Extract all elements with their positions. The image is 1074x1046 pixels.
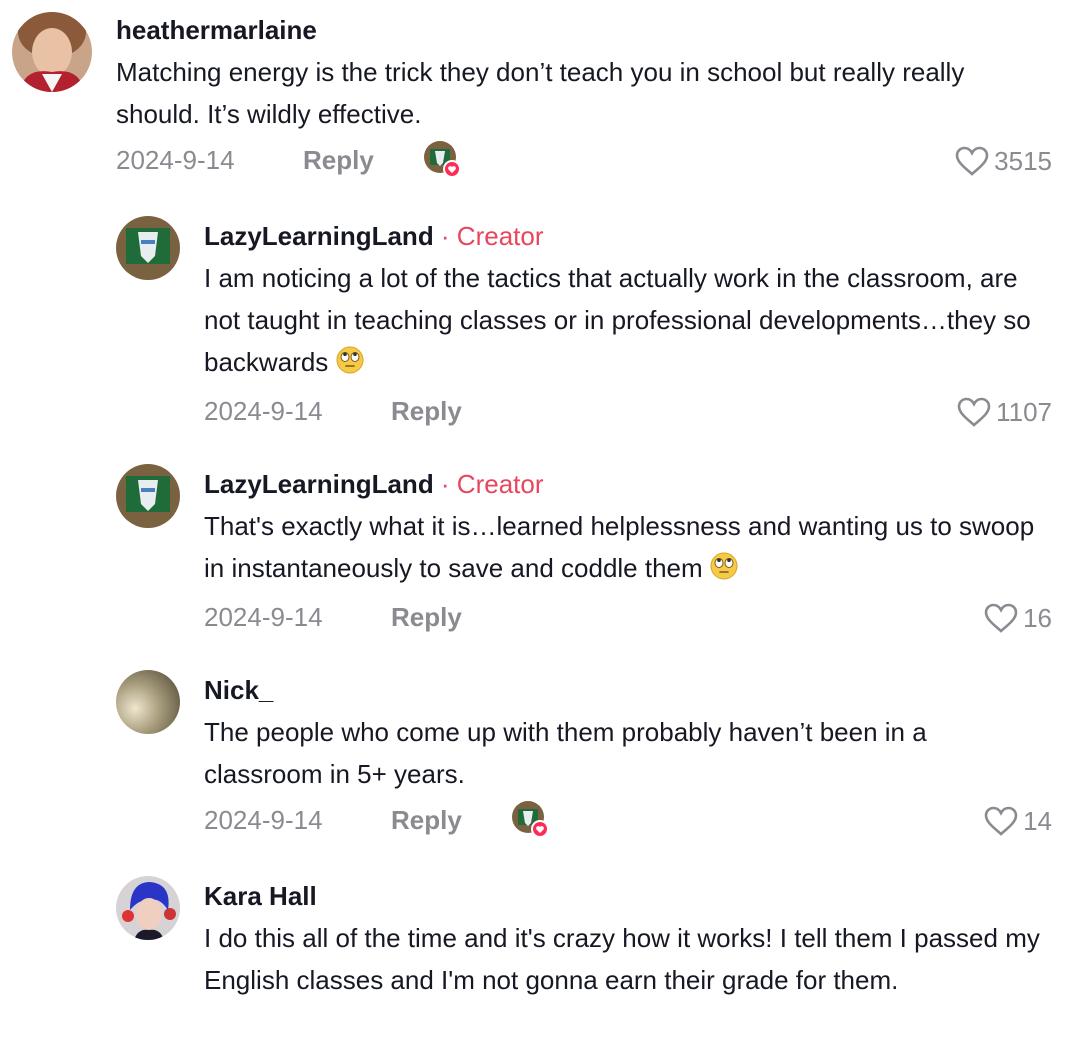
comment-lazylearningland-2: LazyLearningLand · Creator That's exactl… xyxy=(116,464,1052,644)
username[interactable]: heathermarlaine xyxy=(116,14,1052,46)
comment-meta: 2024-9-14 Reply 3515 xyxy=(116,141,1052,181)
comment-text: That's exactly what it is…learned helple… xyxy=(204,505,1052,592)
comment-body: LazyLearningLand · Creator That's exactl… xyxy=(204,468,1052,638)
heart-icon xyxy=(984,806,1018,836)
avatar-heathermarlaine[interactable] xyxy=(12,12,92,92)
liked-by-creator-icon xyxy=(424,141,461,178)
username[interactable]: Kara Hall xyxy=(204,880,1052,912)
comment-meta: 2024-9-14 Reply 14 xyxy=(204,801,1052,841)
comment-body: LazyLearningLand · Creator I am noticing… xyxy=(204,220,1052,432)
like-button[interactable]: 16 xyxy=(983,602,1052,634)
liked-by-creator-icon xyxy=(512,801,549,838)
comment-lazylearningland-1: LazyLearningLand · Creator I am noticing… xyxy=(116,216,1052,436)
comment-text: Matching energy is the trick they don’t … xyxy=(116,57,965,129)
username[interactable]: LazyLearningLand · Creator xyxy=(204,468,1052,500)
comment-kara-hall: Kara Hall I do this all of the time and … xyxy=(116,876,1052,1046)
eye-roll-emoji xyxy=(336,344,364,386)
avatar-lazylearningland[interactable] xyxy=(116,464,180,528)
like-button[interactable]: 1107 xyxy=(956,396,1052,428)
like-count: 3515 xyxy=(994,145,1052,176)
like-count: 14 xyxy=(1023,805,1052,836)
comment-body: Nick_ The people who come up with them p… xyxy=(204,674,1052,841)
comment-date: 2024-9-14 xyxy=(204,805,323,835)
comment-heathermarlaine: heathermarlaine Matching energy is the t… xyxy=(12,12,1052,197)
comment-meta: 2024-9-14 Reply 1107 xyxy=(204,392,1052,432)
comment-text: I am noticing a lot of the tactics that … xyxy=(204,257,1052,386)
username[interactable]: Nick_ xyxy=(204,674,1052,706)
avatar-nick[interactable] xyxy=(116,670,180,734)
reply-button[interactable]: Reply xyxy=(391,805,462,836)
heart-icon xyxy=(957,397,991,427)
comment-text: I do this all of the time and it's crazy… xyxy=(204,923,1040,995)
comment-body: heathermarlaine Matching energy is the t… xyxy=(116,14,1052,181)
avatar-lazylearningland[interactable] xyxy=(116,216,180,280)
username[interactable]: LazyLearningLand · Creator xyxy=(204,220,1052,252)
comment-date: 2024-9-14 xyxy=(204,396,323,426)
reply-button[interactable]: Reply xyxy=(391,396,462,427)
like-button[interactable]: 14 xyxy=(983,805,1052,837)
heart-icon xyxy=(984,603,1018,633)
avatar-kara-hall[interactable] xyxy=(116,876,180,940)
reply-button[interactable]: Reply xyxy=(303,145,374,176)
comment-text: The people who come up with them probabl… xyxy=(204,717,927,789)
creator-badge: · Creator xyxy=(433,221,544,251)
comment-date: 2024-9-14 xyxy=(204,602,323,632)
like-count: 16 xyxy=(1023,602,1052,633)
like-count: 1107 xyxy=(996,396,1052,427)
reply-button[interactable]: Reply xyxy=(391,602,462,633)
creator-badge: · Creator xyxy=(433,469,544,499)
comment-date: 2024-9-14 xyxy=(116,145,235,175)
eye-roll-emoji xyxy=(710,550,738,592)
comment-meta: 2024-9-14 Reply 16 xyxy=(204,598,1052,638)
comment-body: Kara Hall I do this all of the time and … xyxy=(204,880,1052,1001)
comment-nick: Nick_ The people who come up with them p… xyxy=(116,670,1052,850)
heart-icon xyxy=(955,146,989,176)
like-button[interactable]: 3515 xyxy=(954,145,1052,177)
